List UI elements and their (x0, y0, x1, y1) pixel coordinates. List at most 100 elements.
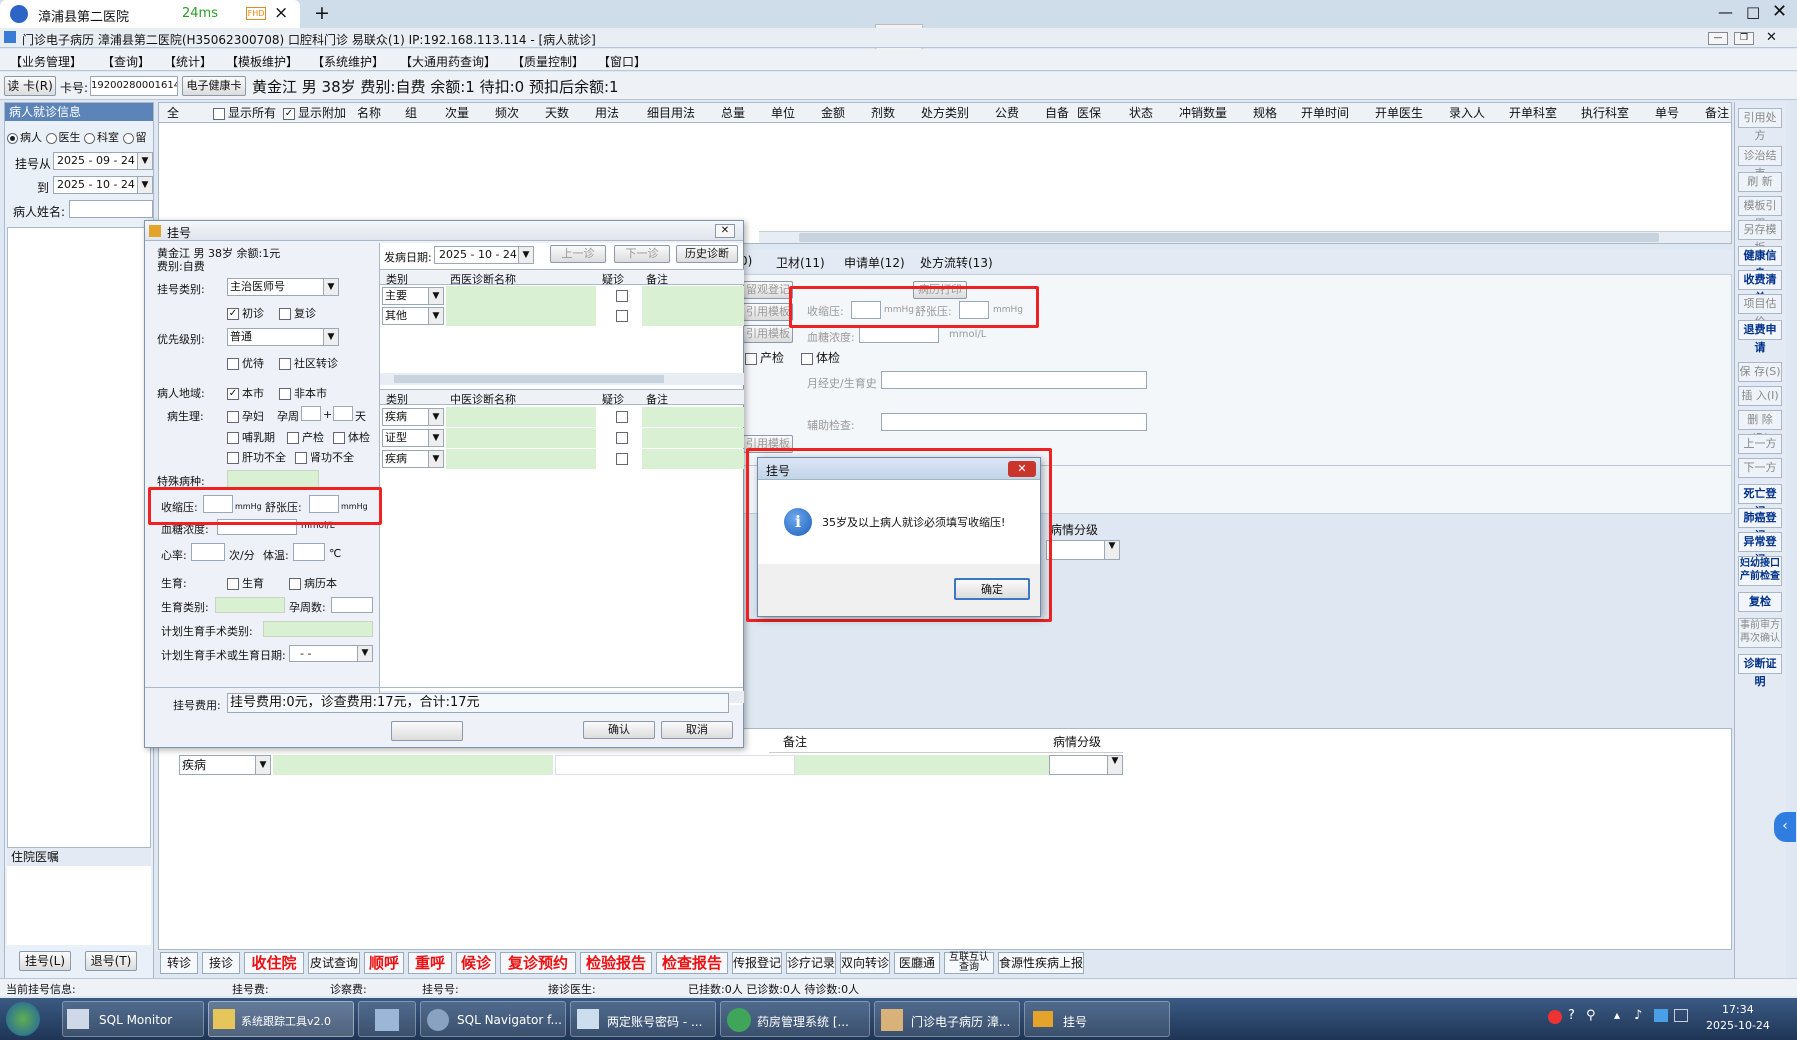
radio-other[interactable]: 留 (122, 131, 147, 144)
blank-button[interactable] (391, 721, 463, 741)
history-input[interactable] (881, 371, 1147, 389)
chinese-type-2[interactable]: 证型 ▼ (382, 429, 444, 447)
prenatal-interface-button[interactable]: 妇幼接口 产前检查 (1738, 556, 1782, 586)
aux-exam-input[interactable] (881, 413, 1147, 431)
recall-button[interactable]: 重呼 (408, 952, 452, 974)
task-blank[interactable] (358, 1001, 416, 1037)
menu-window[interactable]: 【窗口】 (598, 53, 646, 70)
maximize-icon[interactable]: □ (1746, 3, 1760, 21)
prev-visit-button[interactable]: 上一诊 (550, 245, 606, 263)
col-show-extra[interactable]: ✓ 显示附加 (283, 103, 346, 123)
task-pharmacy[interactable]: 药房管理系统 [... (720, 1001, 870, 1037)
onset-date[interactable]: 2025 - 10 - 24 ▼ (434, 246, 534, 264)
western-type-main[interactable]: 主要 ▼ (382, 287, 444, 305)
radio-doctor[interactable]: 医生 (45, 131, 81, 144)
item-estimate-button[interactable]: 项目估价 (1738, 294, 1782, 328)
template-button-1[interactable]: 引用模板 (743, 303, 793, 321)
revisit-appt-button[interactable]: 复诊预约 (500, 952, 576, 974)
exam-report-button[interactable]: 检查报告 (656, 952, 728, 974)
tab-rx-transfer[interactable]: 处方流转(13) (920, 254, 993, 271)
chinese-type-3[interactable]: 疾病 ▼ (382, 450, 444, 468)
refresh-button[interactable]: 刷 新 (1738, 172, 1782, 192)
mid-physical-check[interactable]: 体检 (801, 349, 840, 366)
save-template-button[interactable]: 另存模板 (1738, 220, 1782, 254)
transfer-button[interactable]: 转诊 (160, 952, 198, 974)
end-visit-button[interactable]: 诊治结束 (1738, 146, 1782, 180)
alert-close-icon[interactable]: ✕ (1008, 461, 1036, 477)
reg-to-date[interactable]: 2025 - 10 - 24 ▼ (53, 176, 153, 194)
reg-type-select[interactable]: 主治医师号 ▼ (227, 278, 339, 296)
reg-cancel-button[interactable]: 取消 (661, 721, 733, 739)
refund-reg-button[interactable]: 退号(T) (85, 951, 137, 971)
nonlocal-check[interactable]: 非本市 (279, 385, 327, 401)
refund-request-button[interactable]: 退费申请 (1738, 320, 1782, 354)
doctor-link-button[interactable]: 医廳通 (894, 952, 940, 974)
menu-query[interactable]: 【查询】 (102, 53, 150, 70)
mid-sugar-input[interactable] (859, 327, 939, 343)
chinese-name-1[interactable] (446, 407, 596, 427)
save-button[interactable]: 保 存(S) (1738, 362, 1782, 382)
western-scroll-thumb[interactable] (394, 375, 664, 383)
fee-list-button[interactable]: 收费清单 (1738, 270, 1782, 304)
mid-prenatal-check[interactable]: 产检 (745, 349, 784, 366)
chinese-suspect-2[interactable] (616, 432, 628, 444)
western-suspect-main[interactable] (616, 290, 628, 302)
grade-select-1[interactable]: ▼ (1046, 540, 1120, 560)
history-diag-button[interactable]: 历史诊断 (676, 245, 738, 263)
tray-volume-icon[interactable]: ♪ (1634, 1008, 1642, 1023)
tray-up-icon[interactable]: ▴ (1614, 1008, 1620, 1022)
chinese-suspect-3[interactable] (616, 453, 628, 465)
foodborne-report-button[interactable]: 食源性疾病上报 (998, 952, 1084, 974)
collapse-arrow-icon[interactable]: ‹ (1774, 812, 1796, 842)
patient-list[interactable] (7, 227, 151, 945)
grade-select-2[interactable]: ▼ (1049, 755, 1123, 775)
first-visit-check[interactable]: ✓ 初诊 (227, 305, 264, 321)
template-button-2[interactable]: 引用模板 (743, 325, 793, 343)
kidney-check[interactable]: 肾功不全 (295, 449, 354, 465)
task-trace-tool[interactable]: 系统跟踪工具v2.0 (208, 1001, 354, 1037)
grid-hscrollbar[interactable] (759, 231, 1731, 243)
tray-app-icon[interactable] (1654, 1009, 1668, 1022)
weeks-input[interactable] (331, 597, 373, 613)
chinese-name-3[interactable] (446, 449, 596, 469)
col-show-all[interactable]: 显示所有 (213, 103, 276, 123)
new-tab-button[interactable]: + (314, 2, 330, 24)
prev-rx-button[interactable]: 上一方 (1738, 434, 1782, 454)
lung-cancer-reg-button[interactable]: 肺癌登记 (1738, 508, 1782, 542)
delete-button[interactable]: 删 除(D) (1738, 410, 1782, 444)
tray-s-icon[interactable] (1548, 1010, 1562, 1024)
lab-report-button[interactable]: 检验报告 (580, 952, 652, 974)
western-name-main[interactable] (446, 286, 596, 306)
admit-button[interactable]: 收住院 (244, 952, 304, 974)
clock-time[interactable]: 17:34 (1722, 1003, 1754, 1016)
menu-template[interactable]: 【模板维护】 (226, 53, 298, 70)
reg-physical-check[interactable]: 体检 (333, 429, 370, 445)
chinese-note-3[interactable] (642, 449, 744, 469)
reg-dialog-close-icon[interactable]: ✕ (715, 224, 735, 238)
radio-patient[interactable]: 病人 (7, 131, 42, 144)
priority-select[interactable]: 普通 ▼ (227, 328, 339, 346)
western-scrollbar[interactable] (380, 373, 744, 385)
fertility-type-input[interactable] (215, 597, 285, 613)
heart-rate-input[interactable] (191, 543, 225, 561)
western-note-main[interactable] (642, 286, 744, 306)
treatment-record-button[interactable]: 诊疗记录 (786, 952, 836, 974)
revisit-check[interactable]: 复诊 (279, 305, 316, 321)
temperature-input[interactable] (293, 543, 325, 561)
death-reg-button[interactable]: 死亡登记 (1738, 484, 1782, 518)
plan-type-input[interactable] (263, 621, 373, 637)
patient-name-input[interactable] (69, 200, 153, 218)
wait-button[interactable]: 候诊 (456, 952, 496, 974)
task-emr[interactable]: 门诊电子病历 漳... (874, 1001, 1020, 1037)
skin-test-button[interactable]: 皮试查询 (308, 952, 360, 974)
menu-business[interactable]: 【业务管理】 (10, 53, 82, 70)
health-info-button[interactable]: 健康信息 (1738, 246, 1782, 280)
diag-name-cell[interactable] (273, 755, 553, 775)
minimize-icon[interactable]: — (1718, 3, 1733, 21)
radio-dept[interactable]: 科室 (84, 131, 119, 144)
western-suspect-other[interactable] (616, 310, 628, 322)
tray-help-icon[interactable]: ? (1568, 1008, 1575, 1023)
chinese-note-1[interactable] (642, 407, 744, 427)
task-sql-monitor[interactable]: SQL Monitor (62, 1001, 204, 1037)
local-check[interactable]: ✓ 本市 (227, 385, 264, 401)
